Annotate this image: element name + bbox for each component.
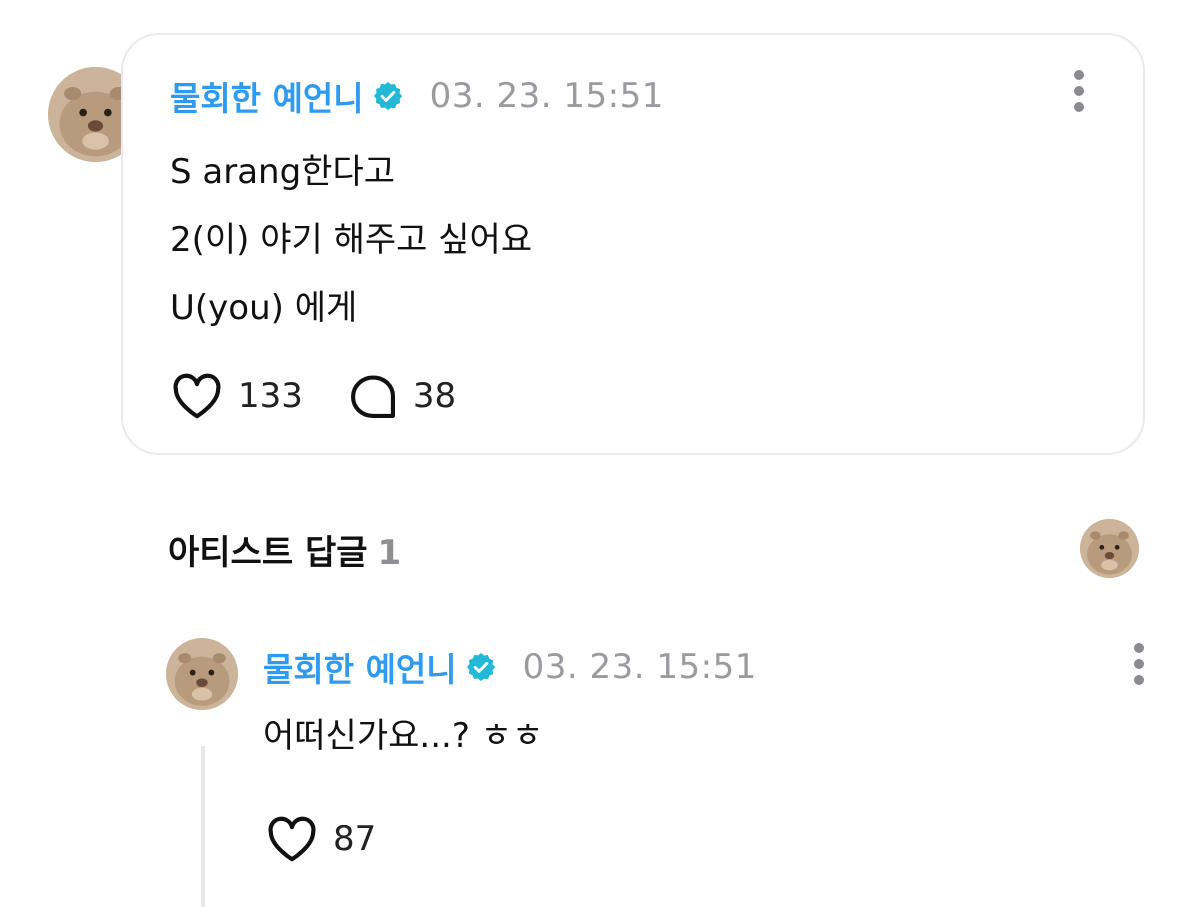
post-more-vertical-icon[interactable] xyxy=(1072,70,1086,114)
post-comment-button[interactable]: 38 xyxy=(347,372,456,420)
heart-icon xyxy=(268,816,316,862)
artist-replies-header: 아티스트 답글 1 xyxy=(168,525,401,574)
hamster-avatar-image xyxy=(1080,519,1139,578)
post-line: 2(이) 야기 해주고 싶어요 xyxy=(170,220,533,260)
artist-replies-title: 아티스트 답글 xyxy=(168,533,368,573)
post-author-name[interactable]: 물회한 예언니 xyxy=(170,72,364,120)
reply-timestamp: 03. 23. 15:51 xyxy=(522,647,757,687)
post-comment-count: 38 xyxy=(412,376,457,416)
reply-author-name[interactable]: 물회한 예언니 xyxy=(263,643,457,691)
artist-avatar-small[interactable] xyxy=(1080,519,1139,578)
post-author-row: 물회한 예언니 03. 23. 15:51 xyxy=(170,72,664,120)
comment-bubble-icon xyxy=(350,375,395,418)
verified-badge-icon xyxy=(373,82,402,110)
post-actions: 133 38 xyxy=(170,372,456,420)
reply-text: 어떠신가요...? ㅎㅎ xyxy=(263,716,544,756)
reply-like-count: 87 xyxy=(333,819,377,859)
reply-author-row: 물회한 예언니 03. 23. 15:51 xyxy=(263,643,757,691)
artist-replies-count: 1 xyxy=(377,533,402,573)
verified-badge-icon xyxy=(466,653,495,681)
post-content: S arang한다고 2(이) 야기 해주고 싶어요 U(you) 에게 xyxy=(170,138,532,342)
post-line: S arang한다고 xyxy=(170,152,396,192)
post-like-count: 133 xyxy=(238,376,303,416)
reply-thread-line xyxy=(201,746,205,907)
post-timestamp: 03. 23. 15:51 xyxy=(429,76,664,116)
hamster-avatar-image xyxy=(166,638,238,710)
reply-avatar[interactable] xyxy=(166,638,238,710)
reply-more-vertical-icon[interactable] xyxy=(1132,643,1146,687)
post-line: U(you) 에게 xyxy=(170,288,358,328)
reply-like-button[interactable]: 87 xyxy=(265,815,376,863)
heart-icon xyxy=(173,373,221,419)
reply-actions: 87 xyxy=(265,815,376,863)
post-like-button[interactable]: 133 xyxy=(170,372,303,420)
